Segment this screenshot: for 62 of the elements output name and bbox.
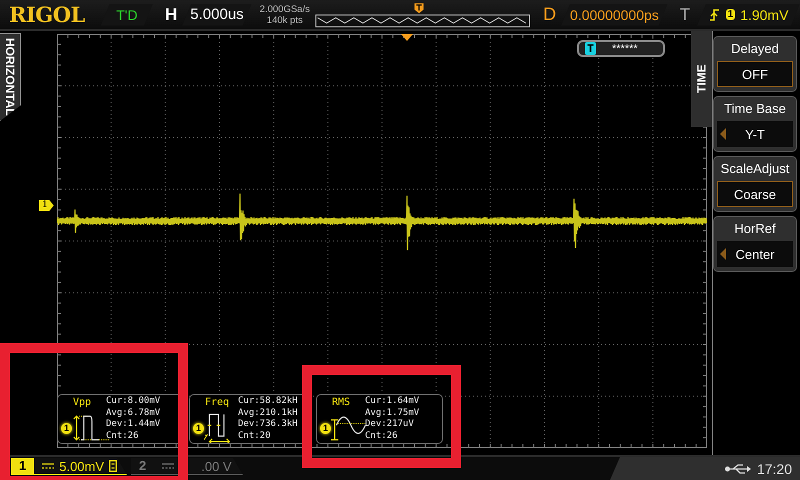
measurement-value: Cur:1.64mV [365,396,420,408]
memory-depth: 140k pts [266,14,303,26]
measurement-value: Avg:6.78mV [106,408,160,420]
menu-title-tab[interactable]: TIME [691,31,712,127]
measurement-value: Cnt:26 [365,431,399,443]
rising-edge-icon [708,8,721,22]
channel-number: 1 [11,458,34,474]
measurement-value: Cnt:20 [238,431,272,443]
menu-item[interactable]: HorRef Center [713,216,797,272]
dc-coupling-icon [162,462,174,470]
horizontal-tab[interactable]: HORIZONTAL [0,33,21,121]
measurement-name: Vpp [73,396,92,409]
channel-badge: 1 [193,422,204,434]
clock-time: 17:20 [756,460,792,476]
channel-badge: 1 [61,422,72,434]
trigger-field[interactable]: 1 1.90mV [697,4,800,26]
channel-scale: .00 V [201,458,232,474]
trigger-status-icon [585,42,596,55]
menu-item-value: Center [735,246,775,262]
dc-coupling-icon [42,462,54,470]
measurement-value: Avg:1.75mV [365,408,420,419]
left-arrow-icon [720,128,726,140]
channel-badge: 1 [320,422,331,434]
run-state[interactable]: T'D [100,4,153,26]
measurement-name: RMS [332,396,352,409]
menu-item-label: HorRef [733,220,777,238]
menu-item-value: Coarse [734,186,776,202]
menu-item[interactable]: Time Base Y-T [713,96,797,152]
measurement-value: Cur:58.82kH [238,396,298,408]
timebase-value[interactable]: 5.000us [182,4,252,26]
trigger-position-marker [401,34,413,41]
usb-icon [724,462,751,474]
trigger-source: 1 [726,9,736,20]
bandwidth-limit-icon [109,460,118,472]
channel-number: 2 [138,458,148,474]
brand-logo: RIGOL [9,2,85,27]
trigger-label: T [680,4,690,24]
status-text: ****** [612,42,638,54]
measurement-value: Dev:736.3kH [238,419,298,431]
channel-tab[interactable]: 2 .00 V [131,458,243,475]
timebase-label: H [165,4,178,24]
delay-value[interactable]: 0.00000000ps [561,4,668,26]
menu-item[interactable]: ScaleAdjust Coarse [713,156,797,212]
menu-item-value: OFF [742,66,768,82]
measurement-value: Cur:8.00mV [106,396,160,408]
measurement-name: Freq [205,396,230,409]
channel-tab[interactable]: 1 5.00mV [11,458,127,475]
trigger-level: 1.90mV [740,6,788,22]
channel-scale: 5.00mV [59,458,104,474]
sample-rate: 2.000GSa/s [260,4,310,14]
delay-label: D [543,4,556,25]
channel-marker[interactable]: 1 [39,200,54,211]
menu-item-label: Time Base [723,100,787,118]
menu-item-label: Delayed [730,40,780,58]
measurement-value: Cnt:26 [106,431,140,443]
menu-item-label: ScaleAdjust [720,160,790,178]
menu-item[interactable]: Delayed OFF [713,36,797,92]
menu-item-value: Y-T [745,126,765,142]
left-arrow-icon [720,248,726,260]
measurement-value: Dev:1.44mV [106,419,160,431]
measurement-value: Dev:217uV [365,419,415,431]
measurement-value: Avg:210.1kH [238,408,298,419]
